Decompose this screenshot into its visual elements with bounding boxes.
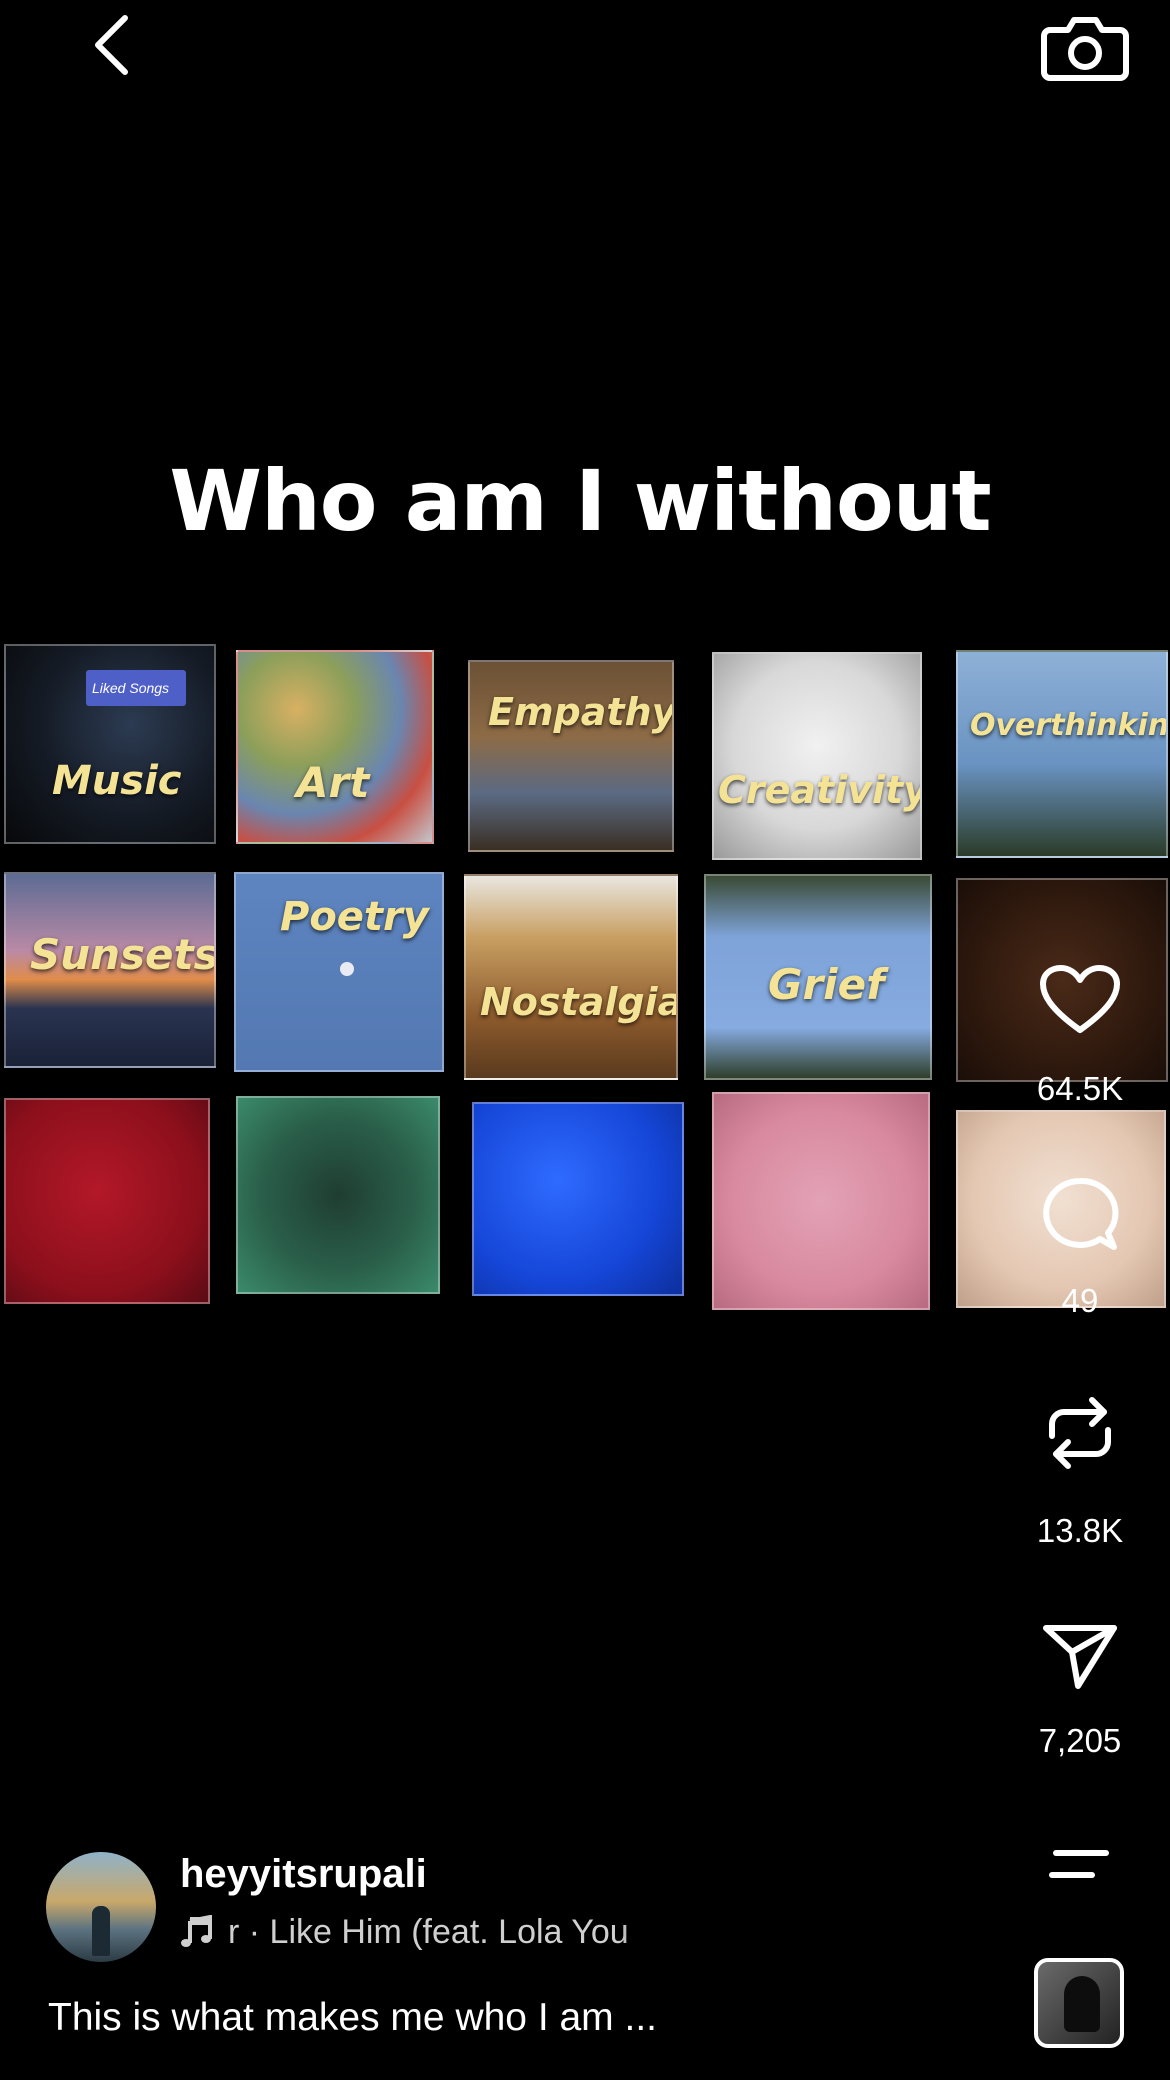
tile-creativity: Creativity <box>712 652 922 860</box>
tile-pink-paint <box>712 1092 930 1310</box>
tile-blue-paint <box>472 1102 684 1296</box>
tile-label: Grief <box>768 960 885 1009</box>
tile-label: Creativity <box>718 768 922 812</box>
tile-red-paint <box>4 1098 210 1304</box>
tile-grief: Grief <box>704 874 932 1080</box>
share-button[interactable] <box>1010 1612 1150 1702</box>
username[interactable]: heyyitsrupali <box>180 1852 427 1897</box>
tile-label: Empathy <box>488 690 674 734</box>
tile-sunsets: Sunsets <box>4 872 216 1068</box>
like-button[interactable] <box>1010 955 1150 1045</box>
comment-count: 49 <box>1061 1282 1099 1319</box>
comment-bubble-icon <box>1043 1177 1119 1250</box>
avatar[interactable] <box>46 1852 156 1962</box>
comment-button[interactable] <box>1010 1170 1150 1260</box>
thumbnail-figure <box>1064 1976 1100 2032</box>
like-count: 64.5K <box>1036 1070 1124 1107</box>
tile-label: Music <box>52 758 182 804</box>
send-icon <box>1043 1625 1117 1689</box>
liked-songs-card: Liked Songs <box>86 670 186 706</box>
tile-grid: Liked Songs Music Art Empathy Creativity… <box>0 640 1170 1320</box>
avatar-silhouette <box>92 1906 110 1956</box>
repost-icon <box>1049 1397 1111 1469</box>
tile-empathy: Empathy <box>468 660 674 852</box>
top-bar <box>0 0 1170 100</box>
tile-music: Liked Songs Music <box>4 644 216 844</box>
post-footer <box>0 1840 1000 2080</box>
video-headline: Who am I without <box>169 452 991 550</box>
music-track-text: r · Like Him (feat. Lola You <box>228 1912 629 1951</box>
tile-poetry: Poetry <box>234 872 444 1072</box>
tile-nostalgia: Nostalgia <box>464 874 678 1080</box>
repost-button[interactable] <box>1010 1388 1150 1478</box>
action-rail: 64.5K 49 13.8K 7,205 <box>1010 0 1150 2080</box>
heart-icon <box>1040 965 1120 1033</box>
music-fade <box>620 1910 680 1954</box>
caption[interactable]: This is what makes me who I am ... <box>48 1996 657 2040</box>
repost-count: 13.8K <box>1036 1512 1124 1549</box>
tile-label: Sunsets <box>30 930 216 979</box>
tile-green-paint <box>236 1096 440 1294</box>
more-menu-button[interactable] <box>1010 1820 1150 1910</box>
tile-label: Nostalgia <box>480 980 678 1024</box>
music-note-icon <box>181 1915 212 1947</box>
share-count: 7,205 <box>1038 1722 1122 1759</box>
music-row[interactable]: r · Like Him (feat. Lola You <box>180 1910 680 1954</box>
audio-thumbnail[interactable] <box>1034 1958 1124 2048</box>
back-button[interactable] <box>80 10 150 80</box>
chevron-left-icon <box>95 15 128 75</box>
tile-label: Poetry <box>280 894 429 940</box>
menu-lines-icon <box>1049 1850 1109 1878</box>
tile-art: Art <box>236 650 434 844</box>
tile-label: Art <box>296 758 370 807</box>
moon-shape <box>340 962 354 976</box>
